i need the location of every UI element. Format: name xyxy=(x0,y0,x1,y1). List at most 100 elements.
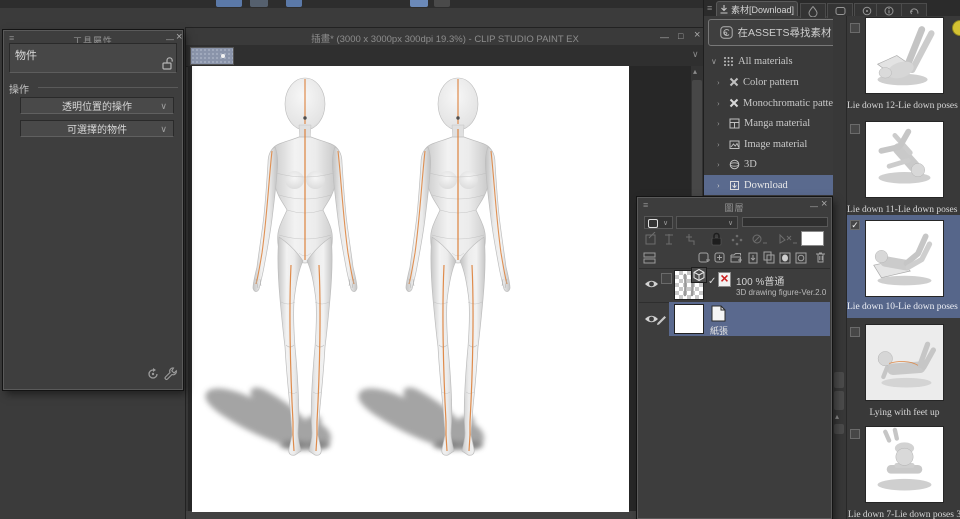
canvas-minimize-button[interactable]: — xyxy=(660,33,669,42)
panel-view-icon[interactable] xyxy=(643,252,656,264)
canvas-close-button[interactable]: × xyxy=(694,30,700,41)
caret-right-icon[interactable]: › xyxy=(717,140,725,149)
layer-row-paper[interactable]: 紙張 xyxy=(639,302,830,336)
manga-material-icon xyxy=(729,118,740,128)
tool-property-close-button[interactable]: × xyxy=(176,32,182,43)
tree-item-color-pattern[interactable]: › Color pattern xyxy=(704,72,845,92)
toolbar-fragment-icon[interactable] xyxy=(250,0,268,7)
material-checkbox[interactable] xyxy=(850,124,860,134)
chevron-down-icon: ∨ xyxy=(160,124,167,134)
material-thumbnail[interactable] xyxy=(865,220,944,297)
canvas-tab-strip: ∨ xyxy=(186,45,704,67)
canvas-window-title: 插畫* (3000 x 3000px 300dpi 19.3%) - CLIP … xyxy=(311,34,579,45)
layer-name: 3D drawing figure-Ver.2.0 xyxy=(736,288,827,297)
material-checkbox-checked[interactable]: ✓ xyxy=(850,220,860,230)
caret-right-icon[interactable]: › xyxy=(717,119,725,128)
reset-all-settings-icon[interactable] xyxy=(146,367,160,381)
tab-drop-icon[interactable] xyxy=(800,3,826,18)
layer-panel-close-button[interactable]: × xyxy=(821,199,827,210)
tool-name-box: 物件 xyxy=(9,43,177,73)
strip-button[interactable] xyxy=(834,372,844,388)
tree-item-3d[interactable]: › 3D xyxy=(704,154,845,174)
strip-button[interactable] xyxy=(834,391,844,410)
material-thumbnail[interactable] xyxy=(865,426,944,503)
canvas-3d-figures[interactable] xyxy=(191,65,628,511)
material-checkbox[interactable] xyxy=(850,429,860,439)
caret-right-icon[interactable]: › xyxy=(717,160,725,169)
tree-item-monochromatic-pattern[interactable]: › Monochromatic pattern xyxy=(704,93,845,113)
scroll-up-icon[interactable]: ▴ xyxy=(693,67,697,76)
tree-label: Manga material xyxy=(744,117,811,129)
material-checkbox[interactable] xyxy=(850,327,860,337)
tab-material-download[interactable]: 素材[Download] xyxy=(716,1,798,16)
opacity-slider[interactable] xyxy=(742,217,828,227)
material-panel-menu-icon[interactable]: ≡ xyxy=(707,4,712,13)
layer-panel: ≡ 圖層 — × ∨ ∨ ✓ × 100 %普通 3D drawing figu… xyxy=(636,196,833,519)
tree-item-manga-material[interactable]: › Manga material xyxy=(704,113,845,133)
tree-item-download[interactable]: › Download xyxy=(704,175,845,195)
unlock-icon[interactable] xyxy=(162,57,173,70)
check-icon: ✓ xyxy=(708,276,717,287)
caret-down-icon[interactable]: ∨ xyxy=(711,57,719,66)
red-x-icon: × xyxy=(720,270,729,286)
layer-command-toolbar[interactable] xyxy=(698,250,830,265)
toolbar-fragment-icon[interactable] xyxy=(286,0,302,7)
layer-panel-title: 圖層 xyxy=(724,203,745,213)
tree-item-all-materials[interactable]: ∨ All materials xyxy=(704,51,845,71)
layer-row-3d-figure[interactable]: ✓ × 100 %普通 3D drawing figure-Ver.2.0 xyxy=(639,267,830,303)
layer-panel-minimize-button[interactable]: — xyxy=(810,202,818,211)
material-item[interactable]: Lie down 7-Lie down poses 3 xyxy=(847,423,960,519)
toolbar-fragment-icon[interactable] xyxy=(216,0,242,7)
material-thumbnail[interactable] xyxy=(865,324,944,401)
caret-right-icon[interactable]: › xyxy=(717,99,725,108)
unsaved-dot xyxy=(221,54,225,58)
tree-label: All materials xyxy=(738,55,793,67)
material-item-selected[interactable]: ✓ Lie down 10-Lie down poses 5 xyxy=(847,215,960,318)
scroll-up-icon[interactable]: ▴ xyxy=(835,412,839,421)
clip-studio-logo-icon xyxy=(719,26,733,39)
material-thumbnail[interactable] xyxy=(865,17,944,94)
layer-lock-toolbar[interactable] xyxy=(642,232,798,247)
no-thumbnail-page: × xyxy=(718,270,731,287)
canvas-tab[interactable] xyxy=(190,47,234,65)
canvas-window-titlebar[interactable]: 插畫* (3000 x 3000px 300dpi 19.3%) - CLIP … xyxy=(186,28,704,45)
transparent-area-operation-dropdown[interactable]: 透明位置的操作 ∨ xyxy=(20,97,174,114)
canvas-maximize-button[interactable]: □ xyxy=(678,32,683,41)
layer-palette-icon xyxy=(648,219,658,228)
visibility-eye-icon[interactable] xyxy=(644,279,659,289)
material-thumbnail[interactable] xyxy=(865,121,944,198)
blend-mode-dropdown[interactable]: ∨ xyxy=(676,216,738,229)
caret-right-icon[interactable]: › xyxy=(717,181,725,190)
tree-item-image-material[interactable]: › Image material xyxy=(704,134,845,154)
material-label: Lie down 12-Lie down poses 5 xyxy=(847,101,960,111)
layer-type-combo[interactable]: ∨ xyxy=(644,216,673,229)
color-pattern-icon xyxy=(729,77,739,87)
strip-handle[interactable] xyxy=(834,424,844,434)
layer-checkbox[interactable] xyxy=(661,273,672,284)
tab-strip-chevron-icon[interactable]: ∨ xyxy=(692,49,699,60)
selectable-object-dropdown[interactable]: 可選擇的物件 ∨ xyxy=(20,120,174,137)
layer-opacity-blend: 100 %普通 xyxy=(736,277,785,288)
toolbar-fragment-icon[interactable] xyxy=(434,0,450,7)
material-item[interactable]: Lie down 12-Lie down poses 5 xyxy=(847,17,960,117)
caret-right-icon[interactable]: › xyxy=(717,78,725,87)
3d-icon xyxy=(729,159,740,169)
layer-color-swatch[interactable] xyxy=(801,231,824,246)
tree-label: Image material xyxy=(744,138,808,150)
material-item[interactable]: Lying with feet up xyxy=(847,321,960,421)
tab-label: 素材[Download] xyxy=(730,4,795,15)
material-scroll-strip: ▴ xyxy=(833,16,846,519)
material-checkbox[interactable] xyxy=(850,23,860,33)
material-label: Lying with feet up xyxy=(869,408,940,418)
search-assets-button[interactable]: 在ASSETS尋找素材 xyxy=(708,19,843,46)
wrench-icon[interactable] xyxy=(163,366,178,381)
layer-thumbnail[interactable] xyxy=(674,304,704,334)
operation-section-label: 操作 xyxy=(9,85,29,96)
material-item[interactable]: Lie down 11-Lie down poses 5 xyxy=(847,118,960,218)
canvas-hscrollbar[interactable] xyxy=(186,511,704,519)
3d-object-badge xyxy=(691,267,707,283)
tree-label: Color pattern xyxy=(743,76,799,88)
tree-label: Monochromatic pattern xyxy=(743,97,842,109)
toolbar-fragment-icon[interactable] xyxy=(410,0,428,7)
download-icon xyxy=(720,4,728,14)
